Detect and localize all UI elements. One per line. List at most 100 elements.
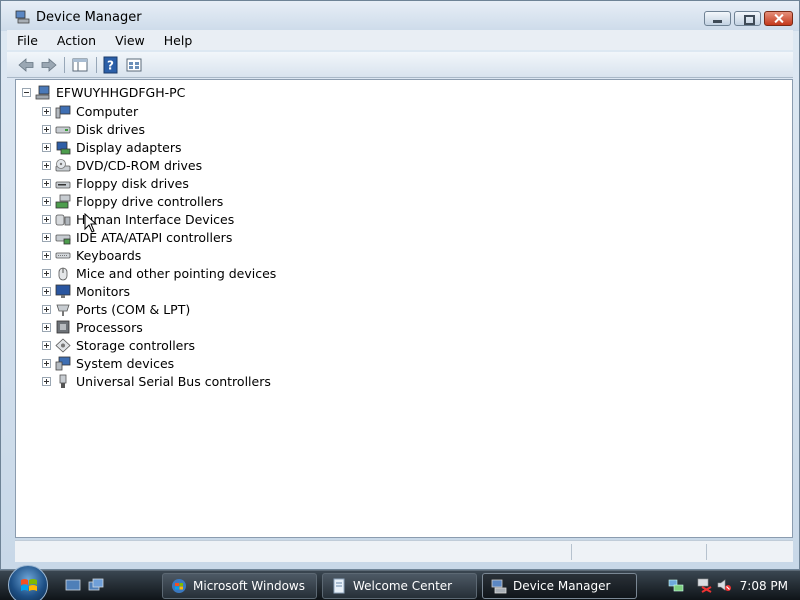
expand-toggle[interactable] (42, 286, 51, 296)
tree-item-ide-controllers[interactable]: IDE ATA/ATAPI controllers (42, 228, 276, 246)
collapse-toggle[interactable] (22, 87, 31, 97)
tree-item-computer[interactable]: Computer (42, 102, 276, 120)
tree-children: Computer Disk drives Display adapters DV… (42, 102, 276, 390)
tree-item-system-devices[interactable]: System devices (42, 354, 276, 372)
tree-item-label: Keyboards (76, 247, 142, 263)
usb-icon (59, 374, 67, 388)
mouse-cursor-icon (84, 213, 98, 233)
status-bar (15, 540, 793, 562)
device-manager-window: Device Manager File Action View Help ? E… (0, 0, 800, 570)
menu-help[interactable]: Help (164, 33, 193, 48)
expand-toggle[interactable] (42, 250, 51, 260)
keyboard-icon (55, 252, 71, 258)
tree-item-label: IDE ATA/ATAPI controllers (76, 229, 233, 245)
taskbar: Microsoft Windows Welcome Center Device … (0, 565, 800, 600)
computer-icon (55, 105, 71, 118)
tree-item-label: Storage controllers (76, 337, 196, 353)
menu-action[interactable]: Action (57, 33, 96, 48)
tree-item-monitors[interactable]: Monitors (42, 282, 276, 300)
view-icon[interactable] (125, 56, 143, 74)
taskbar-button-welcome-center[interactable]: Welcome Center (322, 573, 477, 599)
forward-arrow-icon[interactable] (40, 56, 58, 74)
expand-toggle[interactable] (42, 322, 51, 332)
tree-item-ports[interactable]: Ports (COM & LPT) (42, 300, 276, 318)
menu-bar: File Action View Help (7, 30, 793, 50)
tree-item-mice[interactable]: Mice and other pointing devices (42, 264, 276, 282)
floppy-controller-icon (55, 194, 71, 208)
start-button[interactable] (8, 565, 48, 600)
expand-toggle[interactable] (42, 358, 51, 368)
back-arrow-icon[interactable] (17, 56, 35, 74)
monitor-icon (55, 284, 71, 298)
tree-item-storage-controllers[interactable]: Storage controllers (42, 336, 276, 354)
ide-controller-icon (55, 234, 71, 244)
tree-item-processors[interactable]: Processors (42, 318, 276, 336)
tree-root[interactable]: EFWUYHHGDFGH-PC (22, 84, 185, 100)
expand-toggle[interactable] (42, 142, 51, 152)
status-segment (571, 544, 706, 560)
system-tray: 7:08 PM (660, 571, 800, 600)
expand-toggle[interactable] (42, 124, 51, 134)
expand-toggle[interactable] (42, 160, 51, 170)
tree-item-keyboards[interactable]: Keyboards (42, 246, 276, 264)
close-button[interactable] (764, 11, 793, 26)
expand-toggle[interactable] (42, 376, 51, 386)
tree-item-label: Monitors (76, 283, 131, 299)
storage-controller-icon (55, 337, 71, 353)
taskbar-button-microsoft-windows[interactable]: Microsoft Windows (162, 573, 317, 599)
computer-icon (35, 85, 50, 99)
expand-toggle[interactable] (42, 340, 51, 350)
tree-item-label: DVD/CD-ROM drives (76, 157, 203, 173)
network-status-icon[interactable] (668, 577, 684, 593)
minimize-button[interactable] (704, 11, 731, 26)
tree-item-dvd-drives[interactable]: DVD/CD-ROM drives (42, 156, 276, 174)
title-bar[interactable]: Device Manager (1, 1, 799, 31)
clock[interactable]: 7:08 PM (740, 579, 788, 593)
mouse-icon (58, 267, 68, 280)
toolbar: ? (7, 52, 793, 78)
device-manager-icon (491, 579, 507, 594)
expand-toggle[interactable] (42, 232, 51, 242)
dvd-drive-icon (55, 158, 71, 171)
expand-toggle[interactable] (42, 178, 51, 188)
windows-icon (172, 579, 186, 593)
tree-item-label: System devices (76, 355, 175, 371)
show-desktop-icon[interactable] (65, 578, 81, 593)
tree-item-floppy-drive-controllers[interactable]: Floppy drive controllers (42, 192, 276, 210)
tree-item-display-adapters[interactable]: Display adapters (42, 138, 276, 156)
expand-toggle[interactable] (42, 268, 51, 278)
help-icon[interactable]: ? (102, 56, 120, 74)
menu-view[interactable]: View (115, 33, 145, 48)
properties-pane-icon[interactable] (71, 56, 89, 74)
tree-item-label: Floppy drive controllers (76, 193, 224, 209)
svg-text:?: ? (107, 59, 114, 73)
processor-icon (56, 320, 70, 333)
expand-toggle[interactable] (42, 214, 51, 224)
floppy-drive-icon (55, 181, 71, 188)
taskbar-button-label: Microsoft Windows (193, 579, 305, 593)
switch-windows-icon[interactable] (88, 578, 104, 593)
system-devices-icon (55, 356, 71, 370)
device-tree-panel[interactable]: EFWUYHHGDFGH-PC Computer Disk drives Dis… (15, 79, 793, 538)
expand-toggle[interactable] (42, 304, 51, 314)
expand-toggle[interactable] (42, 196, 51, 206)
tree-item-disk-drives[interactable]: Disk drives (42, 120, 276, 138)
taskbar-button-label: Device Manager (513, 579, 611, 593)
tree-item-label: Computer (76, 103, 139, 119)
menu-file[interactable]: File (17, 33, 38, 48)
taskbar-button-device-manager[interactable]: Device Manager (482, 573, 637, 599)
tree-item-label: Mice and other pointing devices (76, 265, 277, 281)
tree-item-label: Floppy disk drives (76, 175, 189, 191)
volume-muted-icon[interactable] (716, 577, 732, 593)
tree-item-floppy-disk-drives[interactable]: Floppy disk drives (42, 174, 276, 192)
tree-item-usb-controllers[interactable]: Universal Serial Bus controllers (42, 372, 276, 390)
network-disconnected-icon[interactable] (696, 577, 712, 593)
maximize-button[interactable] (734, 11, 761, 26)
device-manager-icon (15, 10, 30, 24)
tree-item-label: Human Interface Devices (76, 211, 235, 227)
tree-root-label: EFWUYHHGDFGH-PC (56, 84, 186, 100)
tree-item-label: Display adapters (76, 139, 182, 155)
port-icon (56, 304, 70, 316)
expand-toggle[interactable] (42, 106, 51, 116)
tree-item-human-interface-devices[interactable]: Human Interface Devices (42, 210, 276, 228)
